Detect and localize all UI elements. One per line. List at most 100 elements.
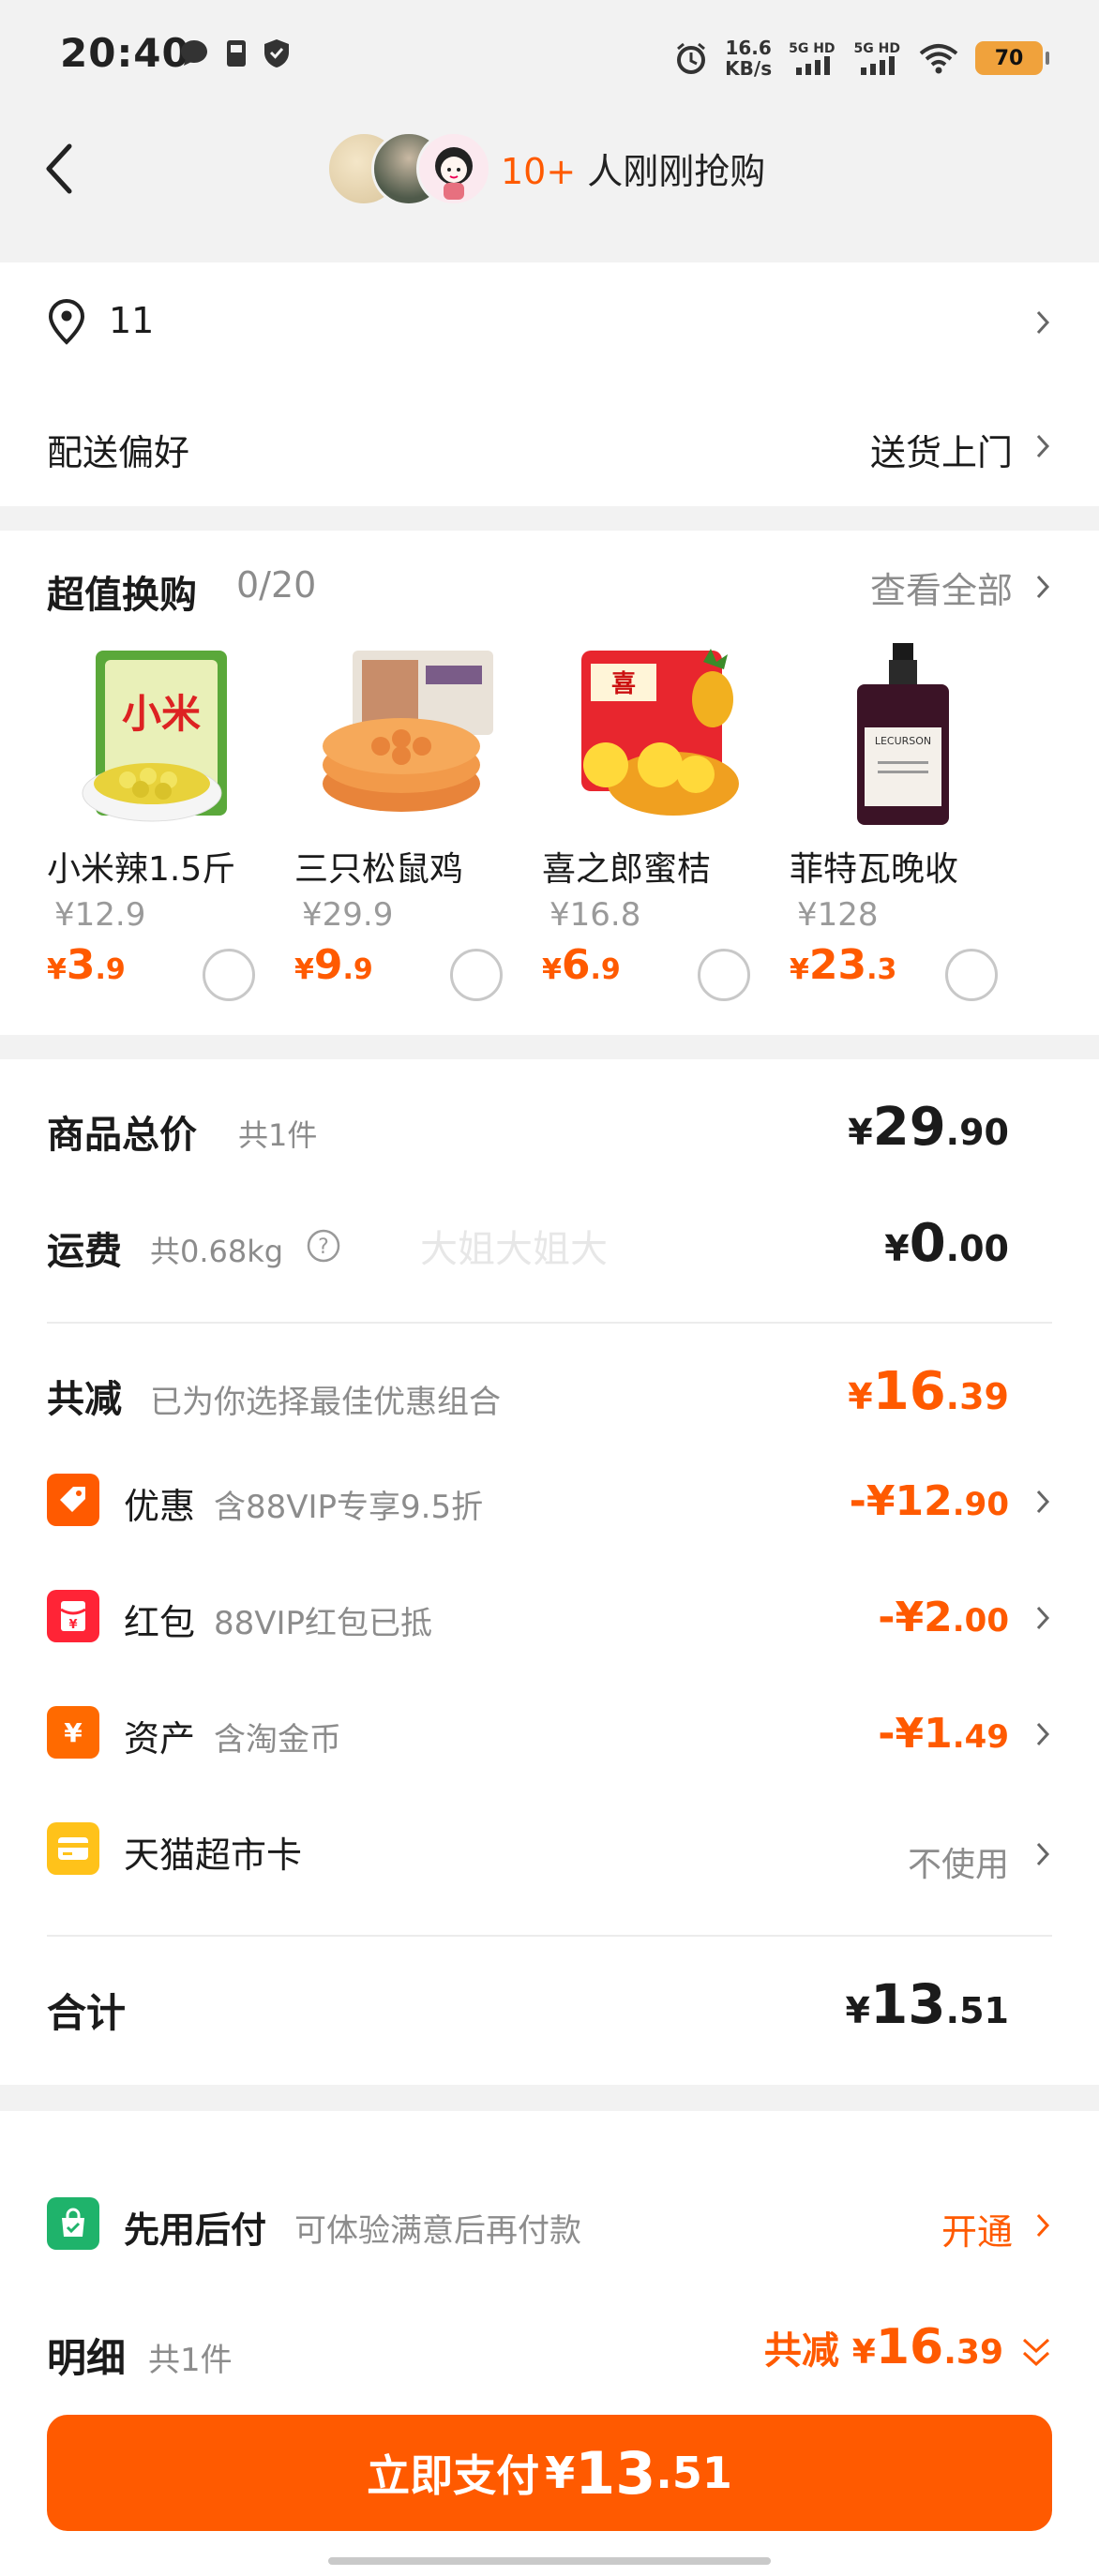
double-chevron-down-icon[interactable] (1020, 2336, 1052, 2370)
price-integer: 3 (66, 941, 96, 989)
girl-avatar-icon (435, 147, 473, 200)
status-right: 16.6 KB/s 5G HD 5G HD 70 (674, 32, 1049, 84)
red-packet-decimal: .00 (952, 1602, 1009, 1640)
net-speed: 16.6 KB/s (725, 37, 772, 79)
chevron-right-icon (1036, 2213, 1050, 2238)
chevron-right-icon (1036, 1722, 1050, 1746)
pay-later-row[interactable]: 先用后付 可体验满意后再付款 开通 (47, 2192, 1052, 2257)
pay-later-label: 先用后付 (124, 2209, 267, 2251)
watermark: 大姐大姐大 (420, 1228, 608, 1271)
chevron-right-icon (1036, 310, 1050, 335)
total-reduce-integer: 16 (872, 1361, 946, 1422)
buyer-avatars (326, 131, 491, 208)
address-row[interactable]: 11 (47, 294, 1052, 362)
exchange-item-radio[interactable] (203, 949, 255, 1001)
assets-desc: 含淘金币 (214, 1721, 341, 1759)
exchange-item-price: ¥23.3 (790, 941, 897, 989)
pay-later-bag-icon (47, 2197, 99, 2250)
assets-decimal: .49 (952, 1718, 1009, 1756)
exchange-item[interactable]: 三只松鼠鸡 ¥29.9 ¥9.9 (294, 643, 529, 1018)
pay-now-label: 立即支付 (367, 2450, 540, 2501)
exchange-item-radio[interactable] (945, 949, 998, 1001)
supermarket-card-row[interactable]: 天猫超市卡 不使用 (47, 1817, 1052, 1892)
exchange-item-name: 三只松鼠鸡 (294, 850, 464, 889)
delivery-preference-row[interactable]: 配送偏好 送货上门 (47, 418, 1052, 474)
exchange-item[interactable]: 喜 喜之郎蜜桔 ¥16.8 ¥6.9 (542, 643, 776, 1018)
price-summary-card: 商品总价 共1件 ¥29.90 运费 共0.68kg ? ¥0.00 共减 已为… (0, 1059, 1099, 2085)
order-detail-row[interactable]: 明细 共1件 共减 ¥16.39 (47, 2314, 1052, 2389)
total-reduce-desc: 已为你选择最佳优惠组合 (150, 1384, 501, 1421)
discount-tag-icon (47, 1474, 99, 1526)
shipping-label: 运费 (47, 1230, 122, 1273)
assets-amount: -¥1.49 (878, 1710, 1009, 1758)
exchange-item-original-price: ¥128 (797, 896, 879, 934)
exchange-item-name: 喜之郎蜜桔 (542, 850, 712, 889)
svg-text:¥: ¥ (68, 1618, 77, 1632)
status-left-icons (178, 37, 291, 69)
detail-reduce-integer: 16 (875, 2319, 944, 2375)
wifi-icon (919, 44, 958, 74)
assets-row[interactable]: ¥ 资产 含淘金币 -¥1.49 (47, 1700, 1052, 1766)
address-value: 11 (109, 300, 155, 341)
exchange-item-radio[interactable] (698, 949, 750, 1001)
shipping-integer: 0 (909, 1213, 946, 1274)
delivery-value: 送货上门 (869, 432, 1013, 473)
exchange-item-name: 菲特瓦晚收 (790, 850, 959, 889)
net-speed-unit: KB/s (725, 57, 773, 80)
pay-later-action[interactable]: 开通 (941, 2203, 1013, 2254)
exchange-item[interactable]: LECURSON 菲特瓦晚收 ¥128 ¥23.3 (790, 643, 1024, 1018)
pay-now-button[interactable]: 立即支付 ¥13.51 (47, 2415, 1052, 2531)
back-arrow-icon[interactable] (41, 141, 79, 197)
buyers-banner: 10+ 人刚刚抢购 (501, 142, 765, 194)
total-price: ¥13.51 (845, 1972, 1010, 2036)
chevron-right-icon (1036, 1606, 1050, 1630)
help-circle-icon[interactable]: ? (306, 1228, 341, 1264)
alarm-icon (677, 42, 706, 74)
price-decimal: .9 (95, 953, 126, 986)
detail-reduce: 共减 ¥16.39 (763, 2319, 1003, 2375)
pay-later-desc: 可体验满意后再付款 (294, 2212, 581, 2250)
goods-total-integer: 29 (872, 1097, 946, 1158)
exchange-view-all[interactable]: 查看全部 (870, 562, 1052, 611)
signal-1-label: 5G HD (789, 41, 836, 56)
pay-now-integer: 13 (575, 2438, 656, 2508)
red-packet-desc: 88VIP红包已抵 (214, 1605, 433, 1642)
divider (47, 1935, 1052, 1937)
goods-total-label: 商品总价 (47, 1114, 197, 1157)
location-pin-icon (48, 298, 85, 345)
discount-label: 优惠 (124, 1486, 196, 1527)
exchange-item-original-price: ¥12.9 (54, 896, 146, 934)
red-packet-integer: -¥2 (878, 1594, 953, 1641)
discount-row[interactable]: 优惠 含88VIP专享9.5折 -¥12.90 (47, 1468, 1052, 1534)
buyers-text: 人刚刚抢购 (576, 151, 766, 192)
price-decimal: .9 (590, 953, 621, 986)
price-decimal: .9 (342, 953, 373, 986)
detail-reduce-label: 共减 (763, 2329, 852, 2373)
status-time: 20:40 (60, 30, 190, 76)
exchange-item-price: ¥3.9 (47, 941, 126, 989)
exchange-item-price: ¥9.9 (294, 941, 373, 989)
assets-integer: -¥1 (878, 1710, 953, 1758)
svg-text:?: ? (318, 1236, 329, 1259)
exchange-item-price: ¥6.9 (542, 941, 621, 989)
exchange-item-radio[interactable] (450, 949, 503, 1001)
svg-text:¥: ¥ (64, 1717, 83, 1748)
detail-count: 共1件 (148, 2342, 233, 2379)
supermarket-card-label: 天猫超市卡 (124, 1835, 303, 1876)
signal-bars-icon (861, 56, 896, 75)
home-indicator[interactable] (328, 2557, 771, 2565)
exchange-item[interactable]: 小米 小米辣1.5斤 ¥12.9 ¥3.9 (47, 643, 281, 1018)
total-reduce-label: 共减 (47, 1378, 122, 1421)
signal-bars-icon (795, 56, 830, 75)
red-packet-row[interactable]: ¥ 红包 88VIP红包已抵 -¥2.00 (47, 1584, 1052, 1650)
red-packet-amount: -¥2.00 (878, 1594, 1009, 1641)
total-reduce-decimal: .39 (945, 1376, 1009, 1417)
discount-desc: 含88VIP专享9.5折 (214, 1489, 484, 1526)
jelly-product-image: 喜 (581, 649, 739, 816)
coin-icon: ¥ (47, 1706, 99, 1759)
signal-2-label: 5G HD (853, 41, 900, 56)
buyers-count: 10+ (501, 151, 577, 192)
price-integer: 6 (561, 941, 591, 989)
detail-label: 明细 (47, 2335, 127, 2381)
chevron-right-icon (1036, 434, 1050, 458)
